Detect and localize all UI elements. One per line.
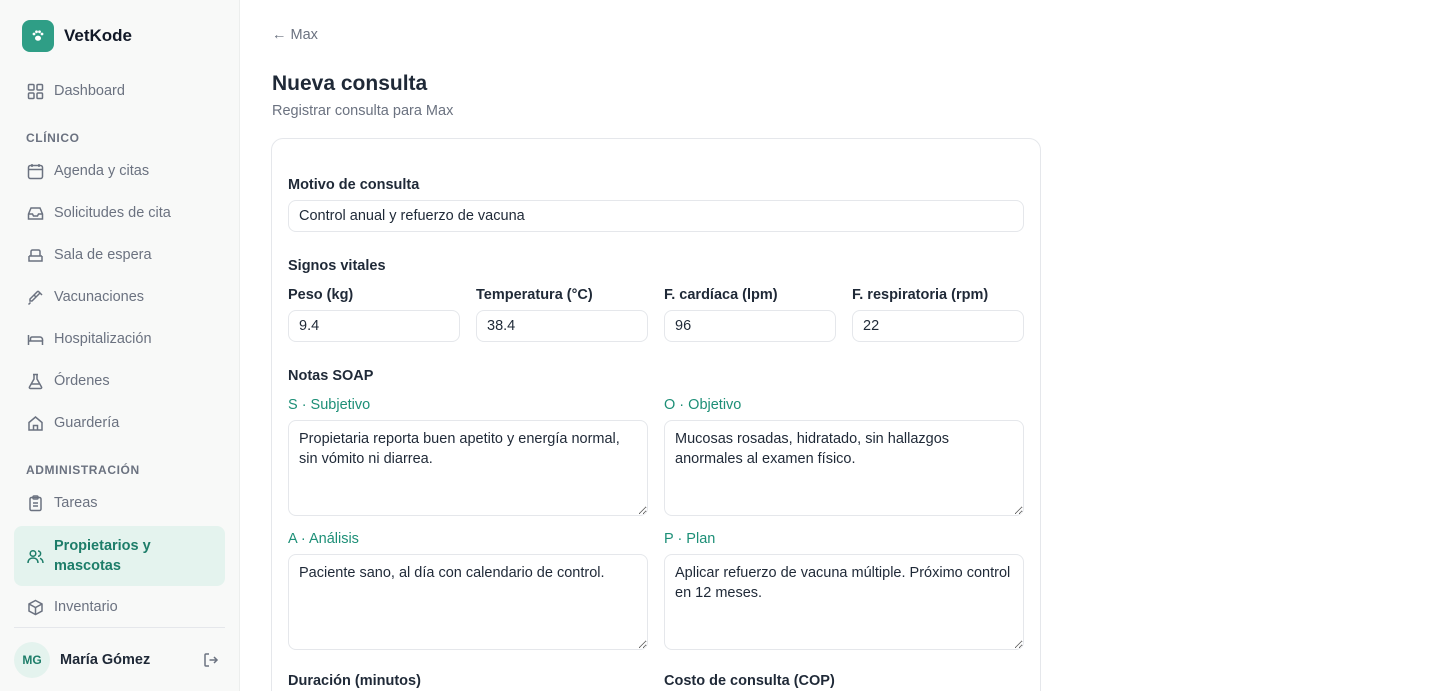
flask-icon — [26, 372, 44, 390]
sidebar-item-label: Guardería — [54, 415, 120, 431]
heart-rate-label: F. cardíaca (lpm) — [664, 287, 778, 303]
box-icon — [26, 598, 44, 616]
paw-icon — [22, 20, 54, 52]
bed-icon — [26, 330, 44, 348]
logout-icon[interactable] — [201, 650, 221, 670]
sidebar-item-hospitalizacion[interactable]: Hospitalización — [14, 319, 225, 359]
back-link[interactable]: ← Max — [272, 27, 318, 43]
avatar[interactable]: MG — [14, 641, 50, 678]
objective-label: O · Objetivo — [664, 397, 742, 413]
objective-textarea[interactable]: Mucosas rosadas, hidratado, sin hallazgo… — [664, 420, 1024, 516]
sidebar-item-agenda[interactable]: Agenda y citas — [14, 151, 225, 191]
plan-label: P · Plan — [664, 531, 716, 547]
temperature-input[interactable] — [476, 310, 648, 342]
user-profile: MG María Gómez — [14, 627, 225, 691]
vitals-heading: Signos vitales — [288, 258, 386, 274]
grid-icon — [26, 82, 44, 100]
sidebar-item-label: Órdenes — [54, 373, 110, 389]
sidebar-item-dashboard[interactable]: Dashboard — [14, 71, 225, 111]
sidebar-item-guarderia[interactable]: Guardería — [14, 403, 225, 443]
inbox-icon — [26, 204, 44, 222]
sidebar: VetKode Dashboard CLÍNICO Agenda y citas… — [0, 0, 240, 691]
page-subtitle: Registrar consulta para Max — [272, 103, 454, 119]
user-name: María Gómez — [60, 651, 151, 668]
sidebar-item-sala-espera[interactable]: Sala de espera — [14, 235, 225, 275]
waiting-icon — [26, 246, 44, 264]
sidebar-item-inventario[interactable]: Inventario — [14, 587, 225, 627]
sidebar-item-label: Hospitalización — [54, 331, 152, 347]
users-icon — [26, 547, 44, 565]
reason-label: Motivo de consulta — [288, 177, 420, 193]
sidebar-item-label: Agenda y citas — [54, 163, 150, 179]
section-label-clinico: CLÍNICO — [26, 131, 80, 145]
sidebar-item-propietarios[interactable]: Propietarios y mascotas — [14, 526, 225, 586]
sidebar-item-label: Propietarios y mascotas — [54, 538, 151, 574]
page-title: Nueva consulta — [272, 72, 428, 95]
sidebar-item-label: Tareas — [54, 495, 98, 511]
resp-rate-input[interactable] — [852, 310, 1024, 342]
duration-label: Duración (minutos) — [288, 673, 421, 689]
sidebar-item-label: Sala de espera — [54, 247, 152, 263]
brand[interactable]: VetKode — [22, 20, 132, 52]
section-label-administracion: ADMINISTRACIÓN — [26, 463, 140, 477]
analysis-label: A · Análisis — [288, 531, 359, 547]
reason-input[interactable] — [288, 200, 1024, 232]
analysis-textarea[interactable]: Paciente sano, al día con calendario de … — [288, 554, 648, 650]
soap-heading: Notas SOAP — [288, 368, 374, 384]
sidebar-item-label: Solicitudes de cita — [54, 205, 171, 221]
clipboard-icon — [26, 494, 44, 512]
home-icon — [26, 414, 44, 432]
calendar-icon — [26, 162, 44, 180]
sidebar-item-ordenes[interactable]: Órdenes — [14, 361, 225, 401]
sidebar-item-label: Dashboard — [54, 83, 125, 99]
weight-input[interactable] — [288, 310, 460, 342]
resp-rate-label: F. respiratoria (rpm) — [852, 287, 989, 303]
sidebar-item-label: Vacunaciones — [54, 289, 145, 305]
weight-label: Peso (kg) — [288, 287, 354, 303]
plan-textarea[interactable]: Aplicar refuerzo de vacuna múltiple. Pró… — [664, 554, 1024, 650]
subjective-textarea[interactable]: Propietaria reporta buen apetito y energ… — [288, 420, 648, 516]
sidebar-item-vacunaciones[interactable]: Vacunaciones — [14, 277, 225, 317]
temperature-label: Temperatura (°C) — [476, 287, 593, 303]
cost-label: Costo de consulta (COP) — [664, 673, 835, 689]
sidebar-item-label: Inventario — [54, 599, 118, 615]
syringe-icon — [26, 288, 44, 306]
sidebar-item-tareas[interactable]: Tareas — [14, 483, 225, 523]
sidebar-item-solicitudes[interactable]: Solicitudes de cita — [14, 193, 225, 233]
subjective-label: S · Subjetivo — [288, 397, 371, 413]
heart-rate-input[interactable] — [664, 310, 836, 342]
brand-name: VetKode — [64, 26, 133, 45]
consultation-form: Motivo de consulta Signos vitales Peso (… — [271, 138, 1041, 691]
